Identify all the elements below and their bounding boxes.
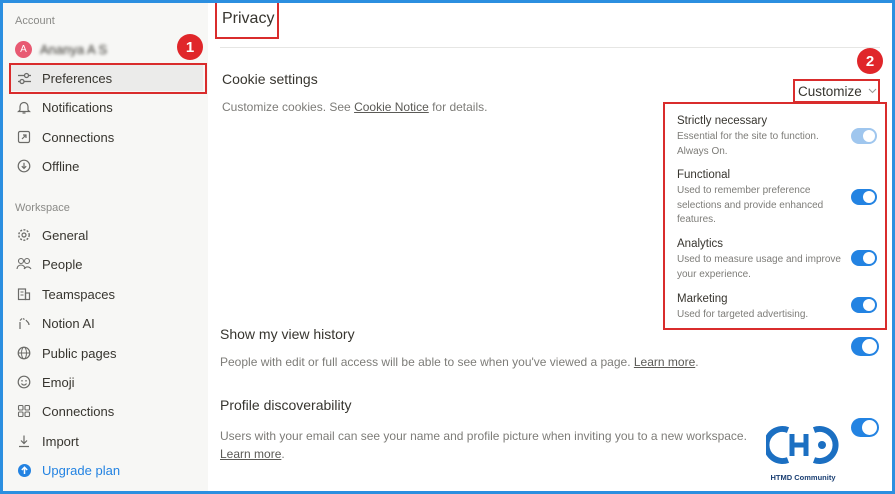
cookie-settings-description: Customize cookies. See Cookie Notice for… xyxy=(222,98,487,116)
upgrade-plan-label: Upgrade plan xyxy=(42,462,121,478)
sidebar-item-connections[interactable]: Connections xyxy=(9,124,203,150)
view-history-desc-text: People with edit or full access will be … xyxy=(220,355,634,369)
import-icon xyxy=(15,432,33,450)
building-icon xyxy=(15,285,33,303)
annotation-box-privacy xyxy=(215,3,279,39)
sidebar-item-label: Notion AI xyxy=(42,315,95,331)
htmd-logo-text: HTMD Community xyxy=(770,473,836,482)
cookie-settings-heading: Cookie settings xyxy=(222,71,318,87)
view-history-learn-more-link[interactable]: Learn more xyxy=(634,355,695,369)
category-desc-marketing: Used for targeted advertising. xyxy=(677,308,808,323)
sidebar-item-workspace-connections[interactable]: Connections xyxy=(9,398,203,424)
category-desc-line: Essential for the site to function. xyxy=(677,131,819,142)
category-desc-line: Always On. xyxy=(677,145,728,157)
sidebar-item-public-pages[interactable]: Public pages xyxy=(9,340,203,366)
sidebar-item-label: Connections xyxy=(42,129,115,145)
gear-icon xyxy=(15,226,33,244)
user-profile-item[interactable]: A Ananya A S xyxy=(9,36,203,62)
download-circle-icon xyxy=(15,157,33,175)
annotation-badge-2: 2 xyxy=(857,48,883,74)
smiley-icon xyxy=(15,373,33,391)
sidebar-item-label: Emoji xyxy=(42,374,75,390)
toggle-functional[interactable] xyxy=(851,189,877,205)
user-name: Ananya A S xyxy=(40,41,108,57)
sidebar-item-label: Offline xyxy=(42,158,80,174)
profile-discoverability-description: Users with your email can see your name … xyxy=(220,427,747,463)
sidebar-item-notion-ai[interactable]: Notion AI xyxy=(9,310,203,336)
category-desc-line: your experience. xyxy=(677,268,751,280)
window-frame: Account A Ananya A S Preferences Notific… xyxy=(0,0,895,494)
category-title-functional: Functional xyxy=(677,169,731,181)
category-desc-line: Used to measure usage and improve xyxy=(677,254,841,265)
divider xyxy=(220,47,880,48)
category-desc-line: Used for targeted advertising. xyxy=(677,309,809,320)
discoverability-learn-more-link[interactable]: Learn more xyxy=(220,447,281,461)
category-desc-strictly-necessary: Essential for the site to function. Alwa… xyxy=(677,130,819,159)
notion-ai-icon xyxy=(15,314,33,332)
htmd-logo-mark xyxy=(763,426,839,464)
toggle-profile-discoverability[interactable] xyxy=(851,418,879,437)
category-title-strictly-necessary: Strictly necessary xyxy=(677,115,768,127)
sidebar-item-label: People xyxy=(42,256,83,272)
category-desc-functional: Used to remember preference selections a… xyxy=(677,184,823,228)
sidebar-item-notifications[interactable]: Notifications xyxy=(9,94,203,120)
sidebar-item-people[interactable]: People xyxy=(9,251,203,277)
category-desc-line: Used to remember preference xyxy=(677,185,811,196)
profile-discoverability-heading: Profile discoverability xyxy=(220,397,352,413)
toggle-marketing[interactable] xyxy=(851,297,877,313)
annotation-box-preferences xyxy=(9,63,207,94)
external-link-icon xyxy=(15,128,33,146)
globe-icon xyxy=(15,344,33,362)
cookie-desc-suffix: for details. xyxy=(428,100,488,114)
annotation-badge-1: 1 xyxy=(177,34,203,60)
sidebar-item-label: Public pages xyxy=(42,345,117,361)
avatar: A xyxy=(15,40,32,58)
discoverability-desc-suffix: . xyxy=(281,447,285,461)
sidebar-item-label: Teamspaces xyxy=(42,286,115,302)
annotation-box-customize xyxy=(793,79,880,103)
sidebar-item-emoji[interactable]: Emoji xyxy=(9,369,203,395)
bell-icon xyxy=(15,98,33,116)
grid-icon xyxy=(15,402,33,420)
toggle-analytics[interactable] xyxy=(851,250,877,266)
upgrade-plan-link[interactable]: Upgrade plan xyxy=(9,457,203,483)
category-desc-line: features. xyxy=(677,214,716,225)
toggle-strictly-necessary xyxy=(851,128,877,144)
upgrade-arrow-icon xyxy=(15,461,33,479)
privacy-settings-panel: Privacy Cookie settings Customize cookie… xyxy=(208,3,892,491)
sidebar-item-label: General xyxy=(42,227,89,243)
sidebar-item-label: Notifications xyxy=(42,99,113,115)
category-desc-line: selections and provide enhanced xyxy=(677,199,824,211)
discoverability-desc-text: Users with your email can see your name … xyxy=(220,429,747,443)
category-title-analytics: Analytics xyxy=(677,238,724,250)
view-history-heading: Show my view history xyxy=(220,326,355,342)
account-section-label: Account xyxy=(15,15,55,27)
toggle-view-history[interactable] xyxy=(851,337,879,356)
view-history-description: People with edit or full access will be … xyxy=(220,353,699,371)
sidebar-item-label: Import xyxy=(42,433,79,449)
sidebar-item-offline[interactable]: Offline xyxy=(9,153,203,179)
cookie-notice-link[interactable]: Cookie Notice xyxy=(354,100,429,114)
workspace-section-label: Workspace xyxy=(15,202,70,214)
sidebar-item-teamspaces[interactable]: Teamspaces xyxy=(9,281,203,307)
people-icon xyxy=(15,255,33,273)
sidebar-item-general[interactable]: General xyxy=(9,222,203,248)
discoverability-link-line: Learn more. xyxy=(220,445,720,463)
view-history-desc-suffix: . xyxy=(695,355,699,369)
category-desc-analytics: Used to measure usage and improve your e… xyxy=(677,253,841,282)
sidebar-item-label: Connections xyxy=(42,403,115,419)
sidebar-item-import[interactable]: Import xyxy=(9,428,203,454)
category-title-marketing: Marketing xyxy=(677,293,728,305)
cookie-desc-text: Customize cookies. See xyxy=(222,100,355,114)
htmd-community-logo: HTMD Community xyxy=(763,424,840,482)
